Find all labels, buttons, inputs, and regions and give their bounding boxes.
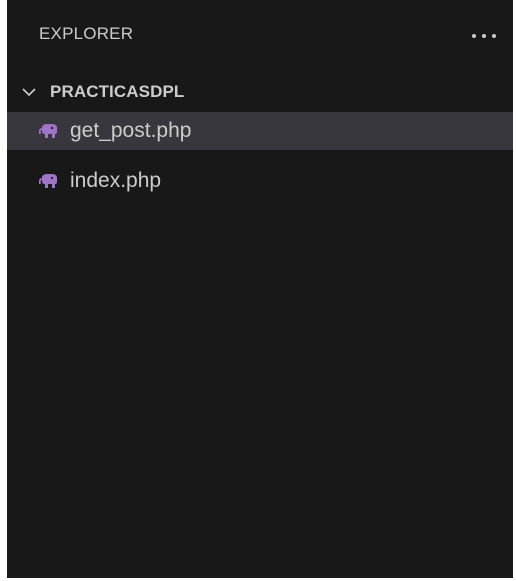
file-item-index[interactable]: index.php: [7, 162, 513, 200]
file-item-label: get_post.php: [70, 119, 192, 142]
chevron-down-icon: [21, 84, 37, 100]
explorer-header: EXPLORER: [7, 0, 513, 70]
file-item-label: index.php: [70, 169, 162, 192]
php-elephant-icon: [38, 123, 59, 139]
workspace-folder[interactable]: PRACTICASDPL: [7, 76, 513, 110]
explorer-panel: EXPLORER PRACTICASDPL get_post.php index…: [7, 0, 513, 578]
explorer-title: EXPLORER: [39, 24, 134, 43]
php-elephant-icon: [38, 173, 59, 189]
file-item-get-post[interactable]: get_post.php: [7, 112, 513, 150]
more-actions-button[interactable]: [469, 24, 499, 48]
workspace-folder-label: PRACTICASDPL: [50, 82, 185, 101]
